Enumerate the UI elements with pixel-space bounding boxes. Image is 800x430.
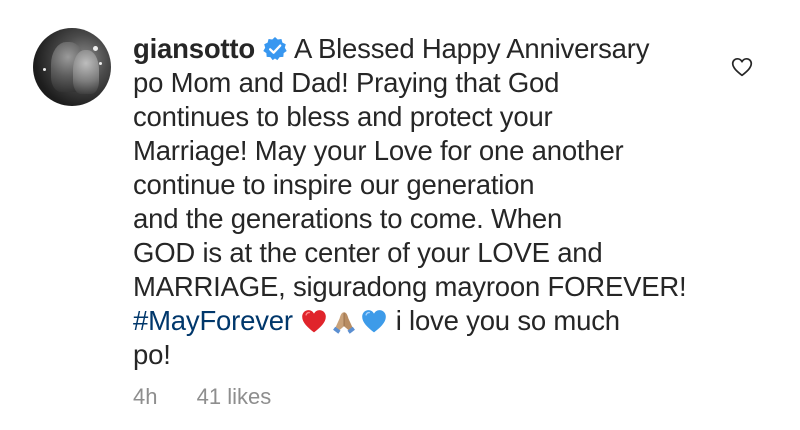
comment-line: giansotto A Blessed Happy Anniversary xyxy=(133,32,713,66)
comment-line-text: continue to inspire our generation xyxy=(133,169,535,200)
verified-badge-icon xyxy=(263,36,287,61)
comment-line-text: continues to bless and protect your xyxy=(133,101,553,132)
comment-meta: 4h 41 likes xyxy=(133,384,271,410)
avatar-figure xyxy=(73,50,99,94)
comment-line: po! xyxy=(133,338,713,372)
avatar-light xyxy=(99,62,102,65)
comment: giansotto A Blessed Happy Anniversary po … xyxy=(0,0,800,430)
comment-text: giansotto A Blessed Happy Anniversary po … xyxy=(133,32,713,372)
likes-count[interactable]: 41 likes xyxy=(197,384,272,410)
comment-line-text: MARRIAGE, siguradong mayroon FOREVER! xyxy=(133,271,687,302)
comment-line: MARRIAGE, siguradong mayroon FOREVER! xyxy=(133,270,713,304)
folded-hands-emoji xyxy=(333,312,356,334)
timestamp[interactable]: 4h xyxy=(133,384,157,410)
comment-line-text: A Blessed Happy Anniversary xyxy=(293,33,650,64)
comment-line: continues to bless and protect your xyxy=(133,100,713,134)
red-heart-emoji xyxy=(302,310,327,333)
comment-line: Marriage! May your Love for one another xyxy=(133,134,713,168)
comment-line-text: i love you so much xyxy=(395,305,620,336)
comment-line-text: Marriage! May your Love for one another xyxy=(133,135,624,166)
hashtag-link[interactable]: #MayForever xyxy=(133,305,293,336)
username-link[interactable]: giansotto xyxy=(133,33,255,64)
comment-line: GOD is at the center of your LOVE and xyxy=(133,236,713,270)
avatar[interactable] xyxy=(33,28,111,106)
heart-outline-icon[interactable] xyxy=(731,57,753,77)
comment-line-text: GOD is at the center of your LOVE and xyxy=(133,237,603,268)
comment-line-text: po! xyxy=(133,339,171,370)
comment-line: #MayForever i love you so much xyxy=(133,304,713,338)
comment-line: po Mom and Dad! Praying that God xyxy=(133,66,713,100)
comment-line: continue to inspire our generation xyxy=(133,168,713,202)
avatar-light xyxy=(93,46,98,51)
avatar-light xyxy=(43,68,46,71)
comment-line-text: po Mom and Dad! Praying that God xyxy=(133,67,560,98)
blue-heart-emoji xyxy=(362,310,387,333)
comment-line-text: and the generations to come. When xyxy=(133,203,563,234)
comment-line: and the generations to come. When xyxy=(133,202,713,236)
